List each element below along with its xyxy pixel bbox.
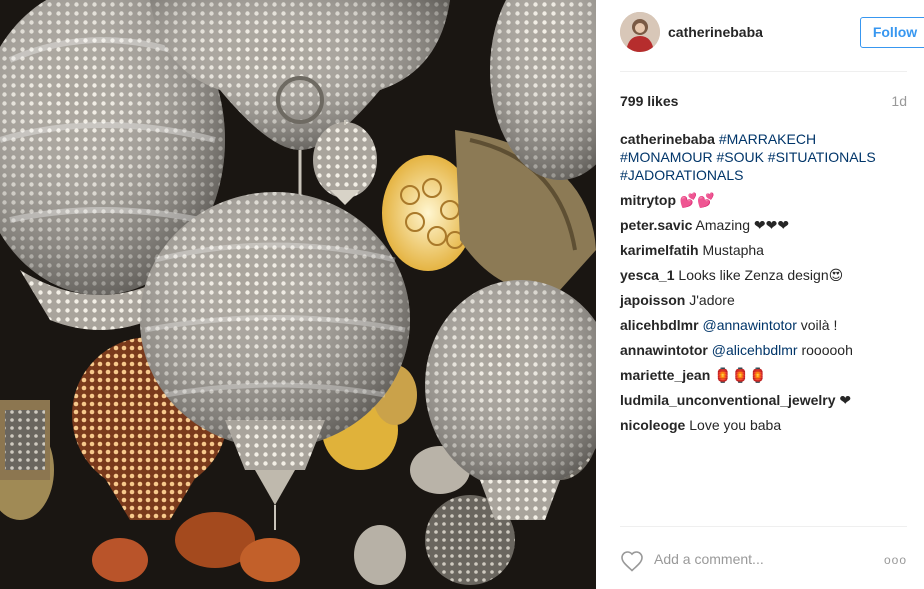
divider xyxy=(620,526,907,527)
comment-text: roooooh xyxy=(801,342,853,358)
avatar-image xyxy=(620,12,660,52)
post-photo[interactable] xyxy=(0,0,596,589)
divider xyxy=(620,71,907,72)
comment: karimelfatih Mustapha xyxy=(620,241,906,259)
comment-username[interactable]: mariette_jean xyxy=(620,367,710,383)
comment-text: J'adore xyxy=(689,292,735,308)
comment-username[interactable]: ludmila_unconventional_jewelry xyxy=(620,392,836,408)
comment-text: Love you baba xyxy=(689,417,782,433)
likes-count[interactable]: 799 likes xyxy=(620,93,678,109)
avatar[interactable] xyxy=(620,12,660,52)
heart-icon[interactable] xyxy=(620,550,644,572)
post-side-panel: catherinebaba Follow 799 likes 1d cather… xyxy=(596,0,924,589)
comment-username[interactable]: annawintotor xyxy=(620,342,708,358)
comment: alicehbdlmr @annawintotor voilà ! xyxy=(620,316,906,334)
comment: mariette_jean 🏮🏮🏮 xyxy=(620,366,906,384)
comment-text: ❤ xyxy=(839,392,852,408)
comment-username[interactable]: karimelfatih xyxy=(620,242,699,258)
comment-username[interactable]: nicoleoge xyxy=(620,417,685,433)
comment: mitrytop 💕💕 xyxy=(620,191,906,209)
comment-text: Looks like Zenza design😍 xyxy=(678,267,844,283)
caption: catherinebaba #MARRAKECH #MONAMOUR #SOUK… xyxy=(620,130,906,184)
comment-text: voilà ! xyxy=(800,317,838,333)
comment: peter.savic Amazing ❤❤❤ xyxy=(620,216,906,234)
comment-text: Amazing ❤❤❤ xyxy=(695,217,790,233)
post-age[interactable]: 1d xyxy=(891,93,907,109)
comment: annawintotor @alicehbdlmr roooooh xyxy=(620,341,906,359)
comment-text: Mustapha xyxy=(702,242,764,258)
comment: japoisson J'adore xyxy=(620,291,906,309)
comment: ludmila_unconventional_jewelry ❤ xyxy=(620,391,906,409)
comment-username[interactable]: yesca_1 xyxy=(620,267,675,283)
comment-text: 🏮🏮🏮 xyxy=(714,367,767,383)
post-username[interactable]: catherinebaba xyxy=(668,24,763,40)
follow-button[interactable]: Follow xyxy=(860,17,924,48)
add-comment-input[interactable]: Add a comment... xyxy=(654,551,764,567)
more-options-icon[interactable]: ooo xyxy=(884,553,907,567)
comment-rows: mitrytop 💕💕 peter.savic Amazing ❤❤❤ karime… xyxy=(620,191,906,434)
lanterns-image xyxy=(0,0,596,589)
comment-username[interactable]: alicehbdlmr xyxy=(620,317,699,333)
comment-mention[interactable]: @annawintotor xyxy=(702,317,796,333)
instagram-post: catherinebaba Follow 799 likes 1d cather… xyxy=(0,0,924,589)
comments-list: catherinebaba #MARRAKECH #MONAMOUR #SOUK… xyxy=(620,130,906,441)
post-header: catherinebaba Follow xyxy=(620,12,924,54)
comment-username[interactable]: japoisson xyxy=(620,292,685,308)
comment: nicoleoge Love you baba xyxy=(620,416,906,434)
comment: yesca_1 Looks like Zenza design😍 xyxy=(620,266,906,284)
comment-text: 💕💕 xyxy=(679,192,715,208)
comment-username[interactable]: peter.savic xyxy=(620,217,692,233)
caption-username[interactable]: catherinebaba xyxy=(620,131,715,147)
comment-username[interactable]: mitrytop xyxy=(620,192,676,208)
comment-mention[interactable]: @alicehbdlmr xyxy=(712,342,798,358)
